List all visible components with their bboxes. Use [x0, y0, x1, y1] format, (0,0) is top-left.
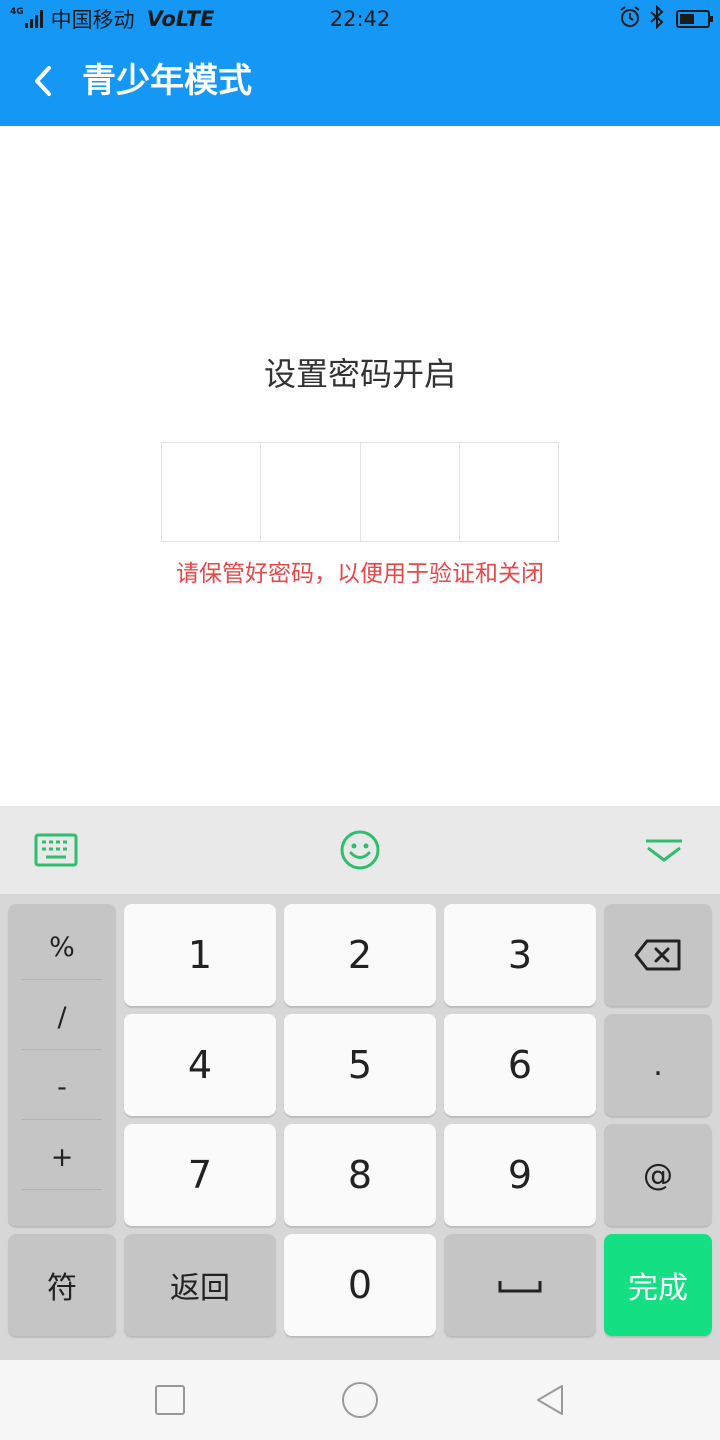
- key-4[interactable]: 4: [124, 1014, 276, 1116]
- status-bar: 4G 中国移动 VoLTE 22:42: [0, 0, 720, 36]
- return-key[interactable]: 返回: [124, 1234, 276, 1336]
- chevron-left-icon: [35, 66, 51, 96]
- back-nav-button[interactable]: [530, 1380, 570, 1420]
- collapse-keyboard-icon[interactable]: [639, 825, 689, 875]
- numeric-keyboard: % / - + 1 2 3 4 5 6 . 7 8 9 @ 符 返回 0 完成: [0, 894, 720, 1360]
- divider: [22, 1049, 102, 1050]
- symbol-key[interactable]: 符: [8, 1234, 116, 1336]
- key-2[interactable]: 2: [284, 904, 436, 1006]
- divider: [22, 1189, 102, 1190]
- page-title: 青少年模式: [82, 61, 252, 101]
- key-9[interactable]: 9: [444, 1124, 596, 1226]
- key-minus[interactable]: -: [22, 1052, 102, 1122]
- home-button[interactable]: [340, 1380, 380, 1420]
- square-icon: [155, 1385, 185, 1415]
- emoji-icon[interactable]: [335, 825, 385, 875]
- backspace-key[interactable]: [604, 904, 712, 1006]
- backspace-icon: [634, 939, 681, 971]
- password-hint: 请保管好密码，以便用于验证和关闭: [176, 561, 544, 587]
- space-key[interactable]: [444, 1234, 596, 1336]
- divider: [22, 1119, 102, 1120]
- key-8[interactable]: 8: [284, 1124, 436, 1226]
- status-time: 22:42: [329, 7, 391, 31]
- key-1[interactable]: 1: [124, 904, 276, 1006]
- key-6[interactable]: 6: [444, 1014, 596, 1116]
- pin-digit-box[interactable]: [162, 443, 262, 541]
- symbol-column: % / - +: [8, 904, 116, 1226]
- key-plus[interactable]: +: [22, 1122, 102, 1192]
- pin-digit-box[interactable]: [460, 443, 558, 541]
- pin-input[interactable]: [161, 442, 559, 542]
- circle-icon: [342, 1382, 378, 1418]
- key-dot[interactable]: .: [604, 1014, 712, 1116]
- key-7[interactable]: 7: [124, 1124, 276, 1226]
- back-button[interactable]: [22, 56, 72, 106]
- system-nav-bar: [0, 1360, 720, 1440]
- alarm-icon: [618, 5, 642, 33]
- key-3[interactable]: 3: [444, 904, 596, 1006]
- triangle-back-icon: [537, 1385, 563, 1415]
- recents-button[interactable]: [150, 1380, 190, 1420]
- key-0[interactable]: 0: [284, 1234, 436, 1336]
- key-percent[interactable]: %: [22, 912, 102, 982]
- pin-digit-box[interactable]: [361, 443, 460, 541]
- password-prompt: 设置密码开启: [263, 355, 456, 393]
- done-button[interactable]: 完成: [604, 1234, 712, 1336]
- pin-digit-box[interactable]: [261, 443, 361, 541]
- battery-icon: [676, 10, 713, 28]
- bluetooth-icon: [648, 4, 666, 33]
- space-icon: [498, 1281, 542, 1293]
- key-at[interactable]: @: [604, 1124, 712, 1226]
- divider: [22, 979, 102, 980]
- keyboard-icon[interactable]: [31, 825, 81, 875]
- app-header: 青少年模式: [0, 36, 720, 126]
- keyboard-toolbar: [0, 806, 720, 894]
- key-5[interactable]: 5: [284, 1014, 436, 1116]
- key-slash[interactable]: /: [22, 982, 102, 1052]
